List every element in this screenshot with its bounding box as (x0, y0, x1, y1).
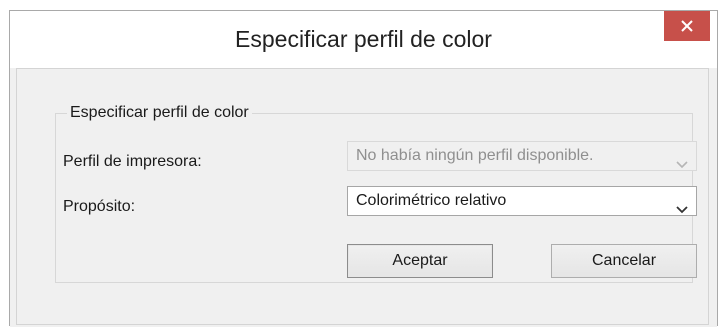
group-legend: Especificar perfil de color (67, 103, 252, 123)
purpose-value: Colorimétrico relativo (356, 192, 507, 209)
printer-profile-select: No había ningún perfil disponible. (347, 141, 697, 171)
accept-button[interactable]: Aceptar (347, 244, 493, 278)
purpose-label: Propósito: (63, 198, 136, 215)
dialog-window: Especificar perfil de color Especificar … (9, 10, 718, 327)
title-bar[interactable]: Especificar perfil de color (10, 11, 717, 68)
chevron-down-icon (676, 196, 688, 224)
close-button[interactable] (664, 11, 710, 41)
dialog-client-area: Especificar perfil de color Perfil de im… (10, 68, 717, 327)
chevron-down-icon (676, 151, 688, 179)
purpose-select[interactable]: Colorimétrico relativo (347, 186, 697, 216)
dialog-title: Especificar perfil de color (235, 26, 492, 52)
printer-profile-value: No había ningún perfil disponible. (356, 147, 594, 164)
cancel-button[interactable]: Cancelar (551, 244, 697, 278)
printer-profile-label: Perfil de impresora: (63, 153, 202, 170)
dialog-panel: Especificar perfil de color Perfil de im… (16, 68, 709, 325)
close-icon (681, 20, 693, 32)
